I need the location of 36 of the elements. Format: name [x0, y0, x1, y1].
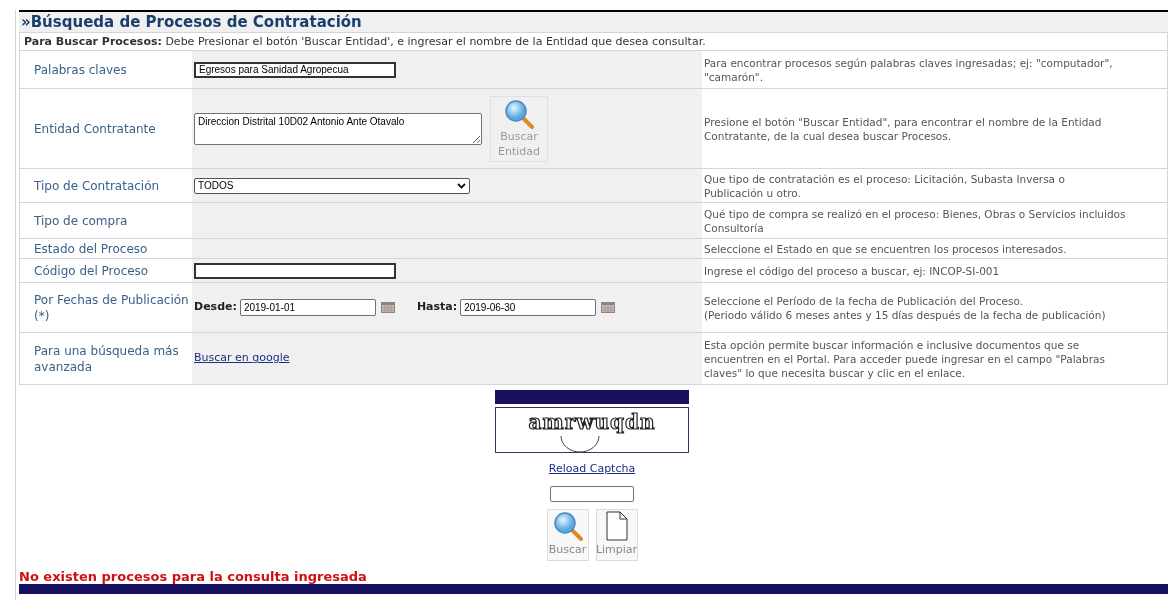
help-text: Qué tipo de compra se realizó en el proceso: Bienes, Obras o Servicios incluidos Consultoría [704, 206, 1127, 235]
help-text: Que tipo de contratación es el proceso: Licitación, Subasta Inversa o Publicación u otro. [704, 171, 1066, 200]
field-label: Tipo de Contratación [34, 177, 160, 194]
help-text: Para encontrar procesos según palabras claves ingresadas; ej: "computador", "camarón". [704, 55, 1114, 84]
field-label: Palabras claves [34, 61, 127, 78]
text-field[interactable]: Egresos para Sanidad Agropecua [194, 61, 396, 78]
field-label: Entidad Contratante [34, 120, 156, 137]
field-label: Tipo de compra [34, 212, 128, 229]
captcha-input[interactable] [550, 485, 634, 502]
page-title: »Búsqueda de Procesos de Contratación [21, 12, 363, 32]
google-search-link[interactable]: Buscar en google [194, 350, 290, 367]
calendar-icon[interactable] [380, 302, 395, 313]
error-message: No existen procesos para la consulta ingresada [19, 568, 368, 584]
reload-captcha-link[interactable]: Reload Captcha [548, 461, 636, 478]
date-field[interactable]: 2019-06-30 [460, 299, 597, 316]
help-text: Seleccione el Período de la fecha de Publicación del Proceso. (Periodo válido 6 meses antes y 15 días después de la fecha de publicación) [704, 293, 1106, 322]
entity-field[interactable]: Direccion Distrital 10D02 Antonio Ante Otavalo [194, 112, 482, 145]
to-label: Hasta: [416, 299, 458, 316]
search-icon [552, 510, 583, 541]
captcha-text: amrwuqdn [528, 410, 656, 434]
calendar-icon[interactable] [601, 302, 616, 313]
help-text: Esta opción permite buscar información e inclusive documentos que se encuentren en el Portal. Para acceder puede ingresar en el campo "Palabras claves" lo que necesita buscar y clic en el enlace. [704, 337, 1106, 380]
text-field[interactable] [194, 262, 396, 279]
field-label: Para una búsqueda más avanzada [34, 342, 180, 375]
search-icon [504, 98, 534, 129]
date-field[interactable]: 2019-01-01 [239, 299, 376, 316]
from-label: Desde: [194, 299, 237, 316]
field-label: Por Fechas de Publicación (*) [34, 291, 190, 324]
contract-type-dropdown[interactable]: TODOS [194, 177, 470, 194]
field-label: Estado del Proceso [34, 240, 148, 257]
help-text: Presione el botón "Buscar Entidad", para encontrar el nombre de la Entidad Contratante, de la cual desea buscar Procesos. [704, 114, 1103, 143]
document-icon [605, 510, 628, 541]
field-label: Código del Proceso [34, 262, 149, 279]
chevron-down-icon [457, 182, 466, 189]
help-text: Seleccione el Estado en que se encuentren los procesos interesados. [704, 241, 1067, 256]
help-text: Ingrese el código del proceso a buscar, ej: INCOP-SI-001 [704, 263, 1000, 278]
